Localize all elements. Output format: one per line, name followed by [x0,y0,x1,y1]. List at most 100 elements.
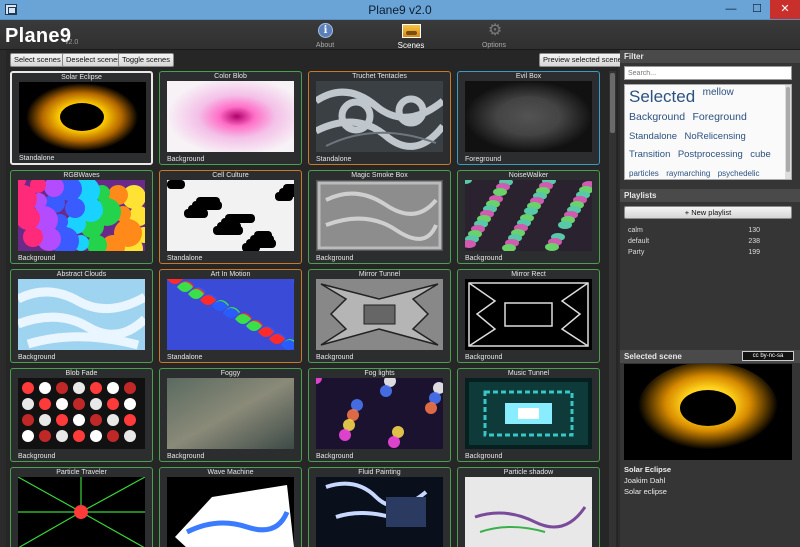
scene-card[interactable]: Solar Eclipse Standalone [10,71,153,165]
scene-title: Mirror Tunnel [358,271,401,278]
scene-thumbnail [465,180,592,251]
license-badge: cc by-nc-sa [742,351,794,361]
scene-title: Fog lights [364,370,395,377]
scene-type: Standalone [19,155,55,162]
scene-title: RGBWaves [63,172,100,179]
scene-card[interactable]: Foggy Background [159,368,302,462]
tab-about[interactable]: i About [300,22,350,50]
scene-card[interactable]: NoiseWalker Background [457,170,600,264]
window-titlebar: Plane9 v2.0 — ☐ ✕ [0,0,800,20]
scene-card[interactable]: Abstract Clouds Background [10,269,153,363]
scene-card[interactable]: Blob Fade Background [10,368,153,462]
scene-type: Background [18,453,56,460]
scene-type: Background [316,453,354,460]
scene-title: Color Blob [214,73,247,80]
scene-thumbnail [316,81,443,152]
scene-title: Truchet Tentacles [352,73,407,80]
scene-thumbnail [167,378,294,449]
scene-thumbnail [167,279,294,350]
scene-thumbnail [316,477,443,547]
filter-tag[interactable]: psychedelic [718,169,760,178]
scene-title: Foggy [220,370,241,377]
scene-thumbnail [465,279,592,350]
window-title: Plane9 v2.0 [368,3,432,17]
playlist-item[interactable]: default 238 [628,238,760,245]
tab-about-label: About [315,42,335,49]
filter-tag[interactable]: Foreground [693,111,747,123]
filter-tag[interactable]: Standalone [629,131,677,142]
scene-type: Standalone [316,156,352,163]
selected-scene-preview [624,364,792,460]
scenes-panel: Select scenes Deselect scenes Toggle sce… [6,50,626,547]
playlist-item[interactable]: Party 199 [628,249,760,256]
scenes-icon [402,24,421,38]
tab-scenes[interactable]: Scenes [386,22,436,50]
scene-thumbnail [316,279,443,350]
scene-title: Blob Fade [65,370,98,377]
scene-card[interactable]: Music Tunnel Background [457,368,600,462]
scene-card[interactable]: RGBWaves Background [10,170,153,264]
filter-tag[interactable]: particles [629,169,659,178]
filter-tag[interactable]: cube [750,149,771,160]
filter-tag[interactable]: Postprocessing [678,149,743,160]
scene-card[interactable]: Evil Box Foreground [457,71,600,165]
scene-card[interactable]: Fluid Painting [308,467,451,547]
playlist-item[interactable]: calm 130 [628,227,760,234]
scene-card[interactable]: Art In Motion Standalone [159,269,302,363]
tab-options[interactable]: ⚙ Options [469,22,519,50]
app-version: v2.0 [65,39,79,46]
scene-type: Background [465,354,503,361]
scene-card[interactable]: Color Blob Background [159,71,302,165]
scene-type: Background [465,453,503,460]
scene-thumbnail [465,81,592,152]
scene-card[interactable]: Wave Machine [159,467,302,547]
scene-thumbnail [316,180,443,251]
scene-thumbnail [167,477,294,547]
scrollbar-thumb[interactable] [610,73,615,133]
close-button[interactable]: ✕ [770,0,800,19]
minimize-button[interactable]: — [718,0,744,19]
scene-card[interactable]: Truchet Tentacles Standalone [308,71,451,165]
scene-grid-scrollbar[interactable] [609,71,616,547]
maximize-button[interactable]: ☐ [744,0,770,19]
filter-tag[interactable]: Selected [629,87,695,106]
playlist-name: default [628,238,650,245]
scene-card[interactable]: Particle Traveler [10,467,153,547]
scene-card[interactable]: Mirror Tunnel Background [308,269,451,363]
scene-card[interactable]: Cell Culture Standalone [159,170,302,264]
preview-selected-scene-button[interactable]: Preview selected scene [539,53,626,67]
scene-type: Background [18,354,56,361]
playlist-name: Party [628,249,645,256]
filter-header: Filter [620,50,800,63]
filter-tag[interactable]: mellow [703,87,734,98]
search-input[interactable] [624,66,792,80]
side-panel: Filter Selected mellow Background Foregr… [620,50,800,547]
scene-card[interactable]: Magic Smoke Box Background [308,170,451,264]
scene-card[interactable]: Fog lights Background [308,368,451,462]
filter-tag[interactable]: Background [629,111,685,123]
scene-type: Background [167,156,205,163]
scene-thumbnail [316,378,443,449]
tag-cloud-scrollbar[interactable] [785,85,791,179]
scene-type: Foreground [465,156,502,163]
scene-title: Abstract Clouds [56,271,107,278]
new-playlist-button[interactable]: + New playlist [624,206,792,219]
deselect-scenes-button[interactable]: Deselect scenes [62,53,126,67]
toggle-scenes-button[interactable]: Toggle scenes [118,53,174,67]
filter-tag[interactable]: NoRelicensing [685,131,746,142]
scene-thumbnail [167,81,294,152]
scene-thumbnail [465,477,592,547]
selected-scene-description: Solar eclipse [624,487,667,496]
scene-card[interactable]: Particle shadow [457,467,600,547]
scene-type: Background [316,354,354,361]
scene-card[interactable]: Mirror Rect Background [457,269,600,363]
filter-tag[interactable]: raymarching [666,169,710,178]
scene-title: Wave Machine [207,469,254,476]
scene-thumbnail [19,82,146,153]
filter-tag[interactable]: Transition [629,149,670,160]
scene-thumbnail [18,477,145,547]
select-scenes-button[interactable]: Select scenes [10,53,65,67]
scene-title: Magic Smoke Box [351,172,408,179]
scene-thumbnail [18,279,145,350]
playlist-name: calm [628,227,643,234]
